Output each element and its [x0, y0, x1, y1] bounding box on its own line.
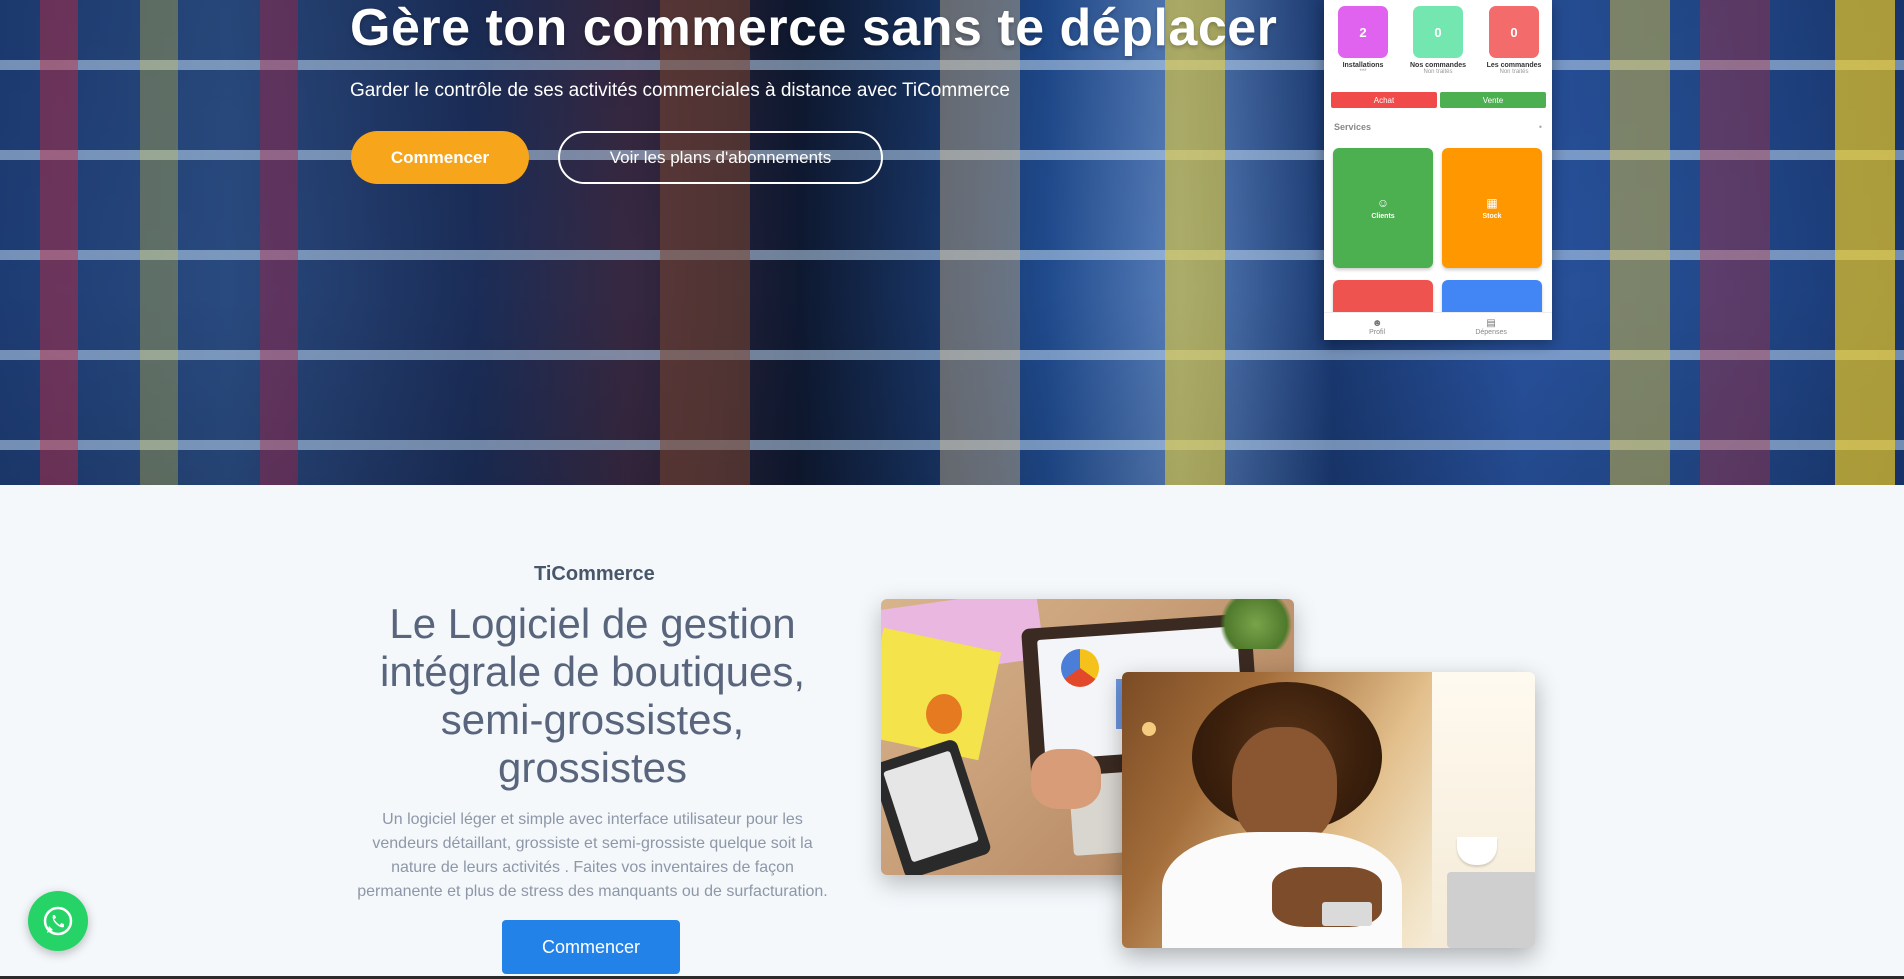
hero-bg-product — [1835, 0, 1895, 485]
nav-label: Profil — [1369, 328, 1386, 336]
main-headline: Le Logiciel de gestion intégrale de bout… — [380, 600, 805, 791]
hero-bg-product — [40, 0, 78, 485]
box-icon: ▦ — [1486, 196, 1498, 210]
hero-bg-product — [1610, 0, 1670, 485]
phone-bottom-nav: ☻ Profil ▤ Dépenses — [1324, 312, 1552, 340]
stat-label: Les commandes — [1486, 62, 1542, 69]
whatsapp-chat-button[interactable] — [28, 891, 88, 951]
main-description: Un logiciel léger et simple avec interfa… — [357, 811, 828, 900]
hero-bg-product — [260, 0, 298, 485]
hero-title: Gère ton commerce sans te déplacer — [350, 0, 1278, 57]
services-more-icon[interactable]: • — [1539, 122, 1542, 132]
whatsapp-icon — [43, 906, 73, 936]
stat-sub: Non traités — [1423, 69, 1453, 75]
hero-section: Gère ton commerce sans te déplacer Garde… — [0, 0, 1904, 485]
tile-clients[interactable]: ☺ Clients — [1333, 148, 1433, 268]
stat-sub: Non traités — [1499, 69, 1529, 75]
stat-value: 0 — [1413, 6, 1463, 58]
users-icon: ☻ — [1371, 317, 1383, 329]
hero-bg-product — [140, 0, 178, 485]
tile-label: Stock — [1482, 213, 1502, 220]
stat-sub: *** — [1359, 69, 1367, 75]
hero-bg-product — [1700, 0, 1770, 485]
stat-orders: 0 Les commandes Non traités — [1482, 6, 1546, 75]
hero-subtitle: Garder le contrôle de ses activités comm… — [350, 80, 1010, 101]
stat-value: 0 — [1489, 6, 1539, 58]
stat-label: Nos commandes — [1409, 62, 1467, 69]
stat-label: Installations — [1342, 62, 1384, 69]
stat-installations: 2 Installations *** — [1331, 6, 1395, 75]
nav-depenses[interactable]: ▤ Dépenses — [1475, 318, 1507, 336]
list-icon: ▤ — [1486, 317, 1496, 329]
app-phone-mockup: 2 Installations *** 0 Nos commandes Non … — [1324, 0, 1552, 340]
main-start-button[interactable]: Commencer — [502, 920, 680, 974]
brand-eyebrow: TiCommerce — [534, 563, 655, 585]
tile-stock[interactable]: ▦ Stock — [1442, 148, 1542, 268]
subscription-plans-button[interactable]: Voir les plans d'abonnements — [558, 131, 883, 184]
hero-bg-product — [660, 0, 750, 485]
hero-bg-product — [1165, 0, 1225, 485]
nav-profil[interactable]: ☻ Profil — [1369, 318, 1385, 336]
user-icon: ☺ — [1376, 196, 1390, 210]
achat-button[interactable]: Achat — [1331, 92, 1437, 108]
stat-value: 2 — [1338, 6, 1388, 58]
nav-label: Dépenses — [1475, 328, 1507, 336]
hero-start-button[interactable]: Commencer — [351, 131, 529, 184]
vente-button[interactable]: Vente — [1440, 92, 1546, 108]
stat-our-orders: 0 Nos commandes Non traités — [1406, 6, 1470, 75]
services-label: Services — [1334, 122, 1372, 132]
hero-bg-product — [940, 0, 1020, 485]
tile-label: Clients — [1371, 213, 1395, 220]
woman-phone-image — [1122, 672, 1535, 948]
